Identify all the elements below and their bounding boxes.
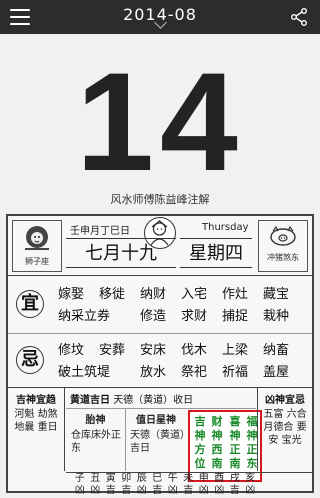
inauspicious-gods-title: 凶神宜忌 [265, 395, 305, 406]
branch-label: 亥 [245, 473, 256, 484]
luck-label: 吉 [121, 485, 132, 496]
suitable-item: 藏宝 [263, 287, 290, 302]
suitable-item: 栽种 [263, 309, 290, 324]
branch-luck: 凶 凶 吉 吉 凶 吉 凶 吉 凶 凶 吉 凶 [66, 485, 312, 497]
avoid-item: 破土筑堤 [58, 365, 111, 380]
suitable-item: 移徙 [99, 287, 126, 302]
zodiac-card[interactable]: 狮子座 [12, 220, 62, 272]
luck-label: 吉 [152, 485, 163, 496]
avoid-item: 祭祀 [181, 365, 208, 380]
pig-icon [270, 225, 296, 246]
duty-star-body: 天德（黄道）吉日 [130, 430, 185, 454]
branch-label: 戌 [229, 473, 240, 484]
avoid-list: 修坟 安葬 安床 伐木 上梁 纳畜 破土筑堤 放水 祭祀 祈福 盖屋 [58, 342, 308, 382]
avoid-item: 安葬 [99, 343, 126, 358]
duty-star: 值日星神 天德（黄道）吉日 [127, 408, 185, 471]
branch-label: 午 [167, 473, 178, 484]
duty-star-title: 值日星神 [136, 415, 176, 426]
luck-label: 吉 [229, 485, 240, 496]
suitable-list: 嫁娶 移徙 纳财 入宅 作灶 藏宝 纳采立券 修造 求财 捕捉 栽种 [58, 286, 308, 326]
luck-label: 凶 [198, 485, 209, 496]
branch-label: 丑 [90, 473, 101, 484]
fetus-god: 胎神 仓库床外正东 [66, 408, 126, 471]
fetus-god-body: 仓库床外正东 [71, 430, 121, 454]
clash-card[interactable]: 冲猪煞东 [258, 220, 308, 272]
avoid-item: 伐木 [181, 343, 208, 358]
avoid-item: 放水 [140, 365, 167, 380]
share-icon[interactable] [290, 8, 308, 26]
branch-label: 辰 [136, 473, 147, 484]
almanac-header: 狮子座 壬申月丁巳日 Thursday 七月十九 星期四 冲猪煞东 [8, 216, 312, 276]
huangdao-label: 黄道吉日 [70, 395, 110, 406]
luck-label: 凶 [136, 485, 147, 496]
hour-luck-strip: 子 丑 寅 卯 辰 巳 午 未 申 酉 戌 亥 凶 凶 吉 吉 凶 吉 凶 吉 … [66, 472, 312, 496]
auspicious-gods: 吉神宜趋 河魁 劫煞 地曩 重日 [8, 388, 65, 471]
luck-label: 吉 [183, 485, 194, 496]
avoid-row: 忌 修坟 安葬 安床 伐木 上梁 纳畜 破土筑堤 放水 祭祀 祈福 盖屋 [8, 334, 312, 388]
inauspicious-gods: 凶神宜忌 五富 六合 月德合 要安 宝光 [257, 388, 312, 471]
luck-label: 凶 [74, 485, 85, 496]
branch-label: 申 [198, 473, 209, 484]
luck-label: 凶 [214, 485, 225, 496]
suitable-seal: 宜 [16, 290, 44, 318]
annotation-credit: 风水师傅陈益峰注解 [110, 193, 210, 206]
fetus-god-title: 胎神 [85, 415, 106, 426]
avoid-seal: 忌 [16, 346, 44, 374]
day-details: 黄道吉日 天德（黄道）收日 胎神 仓库床外正东 值日星神 天德（黄道）吉日 吉神… [66, 388, 262, 482]
avoid-item: 祈福 [222, 365, 249, 380]
weekday-english: Thursday [202, 222, 249, 233]
auspicious-gods-body: 河魁 劫煞 地曩 重日 [14, 409, 58, 433]
luck-label: 凶 [167, 485, 178, 496]
branch-label: 子 [74, 473, 85, 484]
details-section: 吉神宜趋 河魁 劫煞 地曩 重日 黄道吉日 天德（黄道）收日 胎神 仓库床外正东… [8, 388, 312, 496]
suitable-item: 纳财 [140, 287, 167, 302]
branch-label: 卯 [121, 473, 132, 484]
suitable-item: 捕捉 [222, 309, 249, 324]
avoid-item: 上梁 [222, 343, 249, 358]
luck-label: 吉 [105, 485, 116, 496]
earthly-branches: 子 丑 寅 卯 辰 巳 午 未 申 酉 戌 亥 [66, 473, 312, 485]
auspicious-gods-title: 吉神宜趋 [16, 395, 56, 406]
day-number: 14 [76, 43, 244, 200]
lunar-date: 七月十九 [66, 238, 176, 268]
suitable-item: 入宅 [181, 287, 208, 302]
branch-label: 寅 [105, 473, 116, 484]
avoid-item: 修坟 [58, 343, 85, 358]
suitable-row: 宜 嫁娶 移徙 纳财 入宅 作灶 藏宝 纳采立券 修造 求财 捕捉 栽种 [8, 278, 312, 334]
suitable-item: 求财 [181, 309, 208, 324]
inauspicious-gods-body: 五富 六合 月德合 要安 宝光 [263, 409, 307, 446]
zodiac-label: 狮子座 [25, 257, 49, 266]
suitable-item: 嫁娶 [58, 287, 85, 302]
avoid-item: 安床 [140, 343, 167, 358]
weekday: 星期四 [180, 238, 252, 268]
almanac-panel: 狮子座 壬申月丁巳日 Thursday 七月十九 星期四 冲猪煞东 宜 嫁娶 移… [6, 214, 314, 496]
suitable-item: 作灶 [222, 287, 249, 302]
huangdao-line: 黄道吉日 天德（黄道）收日 [70, 391, 193, 406]
suitable-item: 修造 [140, 309, 167, 324]
branch-label: 未 [183, 473, 194, 484]
direction-column: 吉神方位 [194, 415, 206, 470]
avoid-item: 纳畜 [263, 343, 290, 358]
branch-label: 巳 [152, 473, 163, 484]
avoid-item: 盖屋 [263, 365, 290, 380]
branch-label: 酉 [214, 473, 225, 484]
top-bar: 2014-08 [0, 0, 320, 34]
huangdao-value: 天德（黄道）收日 [113, 395, 194, 406]
month-selector[interactable]: 2014-08 [0, 5, 320, 29]
direction-column: 财神西南 [211, 415, 223, 470]
luck-label: 凶 [245, 485, 256, 496]
clash-label: 冲猪煞东 [267, 253, 299, 262]
ganzhi-text: 壬申月丁巳日 [70, 226, 130, 237]
direction-column: 喜神正南 [229, 415, 241, 470]
suitable-item: 纳采立券 [58, 309, 111, 324]
luck-label: 凶 [90, 485, 101, 496]
lion-icon [25, 226, 49, 250]
